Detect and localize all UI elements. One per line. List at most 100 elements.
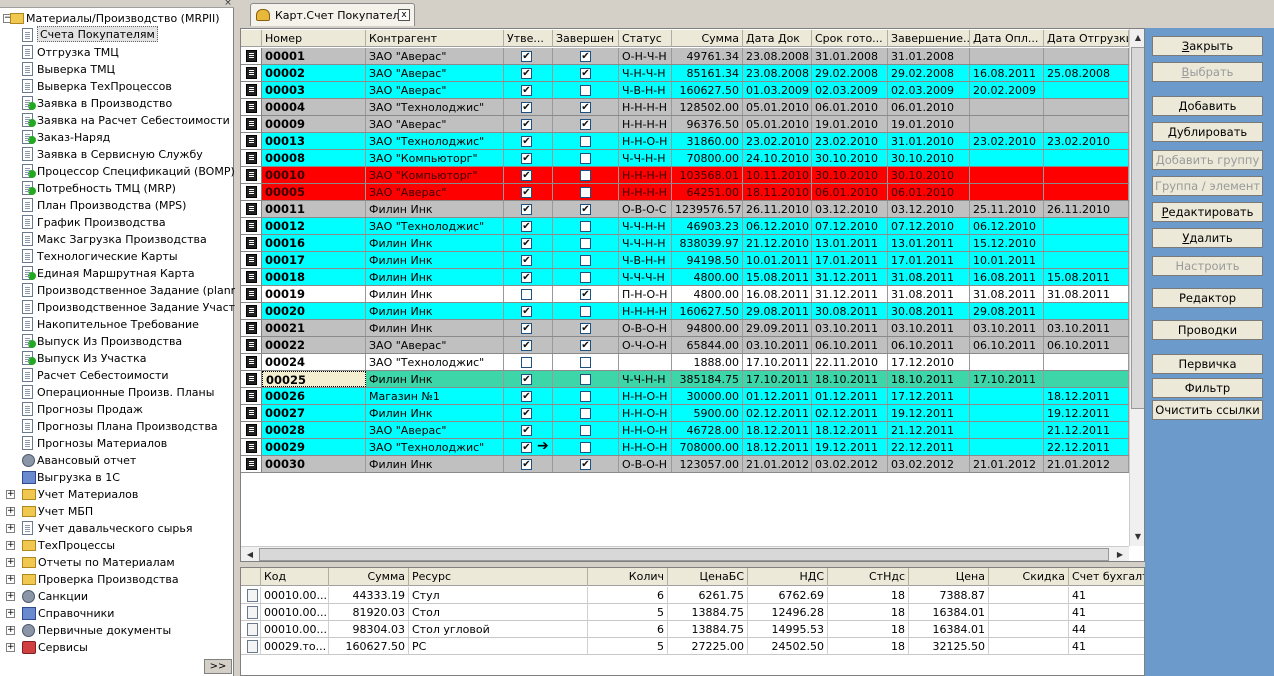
completed-checkbox[interactable]	[580, 272, 591, 283]
tree-item[interactable]: Выпуск Из Участка	[0, 350, 234, 367]
row-indicator[interactable]	[241, 201, 262, 217]
row-indicator[interactable]	[241, 439, 262, 455]
tree-item[interactable]: Счета Покупателям	[0, 26, 234, 44]
cell-done[interactable]	[553, 184, 619, 200]
cell-appr[interactable]	[504, 286, 553, 302]
approved-checkbox[interactable]: ✔	[521, 153, 532, 164]
table-row[interactable]: 00029 ЗАО "Технолоджис" ✔ Н-Н-О-Н 708000.00 1…	[241, 438, 1129, 456]
row-indicator[interactable]	[241, 65, 262, 81]
table-row[interactable]: 00013 ЗАО "Технолоджис" ✔ Н-Н-О-Н 31860.00 23…	[241, 133, 1129, 150]
row-indicator[interactable]	[241, 405, 262, 421]
tree-item[interactable]: Прогнозы Материалов	[0, 435, 234, 452]
cell-appr[interactable]: ✔	[504, 167, 553, 183]
tree-item[interactable]: Отгрузка ТМЦ	[0, 44, 234, 61]
cell-appr[interactable]: ✔	[504, 422, 553, 438]
completed-checkbox[interactable]: ✔	[580, 51, 591, 62]
approved-checkbox[interactable]: ✔	[521, 68, 532, 79]
row-indicator[interactable]	[241, 184, 262, 200]
cell-done[interactable]	[553, 405, 619, 421]
close-icon[interactable]: x	[398, 9, 410, 21]
approved-checkbox[interactable]: ✔	[521, 391, 532, 402]
table-row[interactable]: 00029.то... 160627.50 РС 5 27225.00 24502.50 1…	[241, 638, 1144, 655]
настроить-button[interactable]: Настроить	[1152, 256, 1263, 276]
table-row[interactable]: 00022 ЗАО "Аверас" ✔ ✔ О-Ч-О-Н 65844.00 03.10.…	[241, 337, 1129, 354]
table-row[interactable]: 00009 ЗАО "Аверас" ✔ ✔ Н-Н-Н-Н 96376.50 05.01.…	[241, 116, 1129, 133]
cell-appr[interactable]	[504, 354, 553, 370]
cell-appr[interactable]: ✔	[504, 269, 553, 285]
tree-item[interactable]: Производственное Задание (planne...	[0, 282, 255, 299]
row-indicator[interactable]	[241, 167, 262, 183]
tab-invoice-card[interactable]: Карт.Счет Покупателю x	[250, 3, 415, 26]
expand-panel-button[interactable]: >>	[204, 659, 232, 674]
row-indicator[interactable]	[241, 354, 262, 370]
tree-item[interactable]: Выверка ТехПроцессов	[0, 78, 234, 95]
tree-item[interactable]: Заявка в Производство	[0, 95, 234, 112]
completed-checkbox[interactable]	[580, 425, 591, 436]
column-header[interactable]: Колич	[588, 568, 668, 586]
column-header[interactable]: Статус	[619, 30, 672, 47]
закрыть-button[interactable]: Закрыть	[1152, 36, 1263, 56]
table-row[interactable]: 00027 Филин Инк ✔ Н-Н-О-Н 5900.00 02.12.2011 0…	[241, 405, 1129, 422]
completed-checkbox[interactable]	[580, 357, 591, 368]
approved-checkbox[interactable]: ✔	[521, 170, 532, 181]
table-row[interactable]: 00020 Филин Инк ✔ Н-Н-Н-Н 160627.50 29.08.201…	[241, 303, 1129, 320]
tree-group[interactable]: + Учет давальческого сырья	[0, 520, 234, 537]
completed-checkbox[interactable]	[580, 170, 591, 181]
tree-item[interactable]: Макс Загрузка Производства	[0, 231, 234, 248]
approved-checkbox[interactable]: ✔	[521, 340, 532, 351]
expand-icon[interactable]: +	[6, 609, 15, 618]
table-row[interactable]: 00030 Филин Инк ✔ ✔ О-В-О-Н 123057.00 21.01.20…	[241, 456, 1129, 473]
row-indicator[interactable]	[241, 218, 262, 234]
row-indicator[interactable]	[241, 604, 261, 620]
tree-item[interactable]: Потребность ТМЦ (MRP)	[0, 180, 234, 197]
completed-checkbox[interactable]	[580, 85, 591, 96]
cell-appr[interactable]: ✔	[504, 303, 553, 319]
tree-group[interactable]: + Санкции	[0, 588, 234, 605]
группа-элемент-button[interactable]: Группа / элемент	[1152, 176, 1263, 196]
редактировать-button[interactable]: Редактировать	[1152, 202, 1263, 222]
cell-appr[interactable]: ✔	[504, 82, 553, 98]
expand-icon[interactable]: +	[6, 507, 15, 516]
cell-done[interactable]	[553, 82, 619, 98]
cell-done[interactable]: ✔	[553, 99, 619, 115]
tree-item[interactable]: Прогнозы Плана Производства	[0, 418, 234, 435]
expand-icon[interactable]: +	[6, 524, 15, 533]
approved-checkbox[interactable]: ✔	[521, 272, 532, 283]
tree-item[interactable]: Расчет Себестоимости	[0, 367, 234, 384]
column-header[interactable]: Сумма	[672, 30, 743, 47]
completed-checkbox[interactable]	[580, 442, 591, 453]
table-row[interactable]: 00016 Филин Инк ✔ Ч-Ч-Н-Н 838039.97 21.12.201…	[241, 235, 1129, 252]
row-indicator[interactable]	[241, 320, 262, 336]
approved-checkbox[interactable]: ✔	[521, 204, 532, 215]
completed-checkbox[interactable]	[580, 374, 591, 385]
completed-checkbox[interactable]	[580, 408, 591, 419]
cell-appr[interactable]: ✔	[504, 184, 553, 200]
approved-checkbox[interactable]	[521, 357, 532, 368]
column-header[interactable]: Дата Опл...	[970, 30, 1044, 47]
table-row[interactable]: 00028 ЗАО "Аверас" ✔ Н-Н-О-Н 46728.00 18.12.2…	[241, 422, 1129, 439]
row-indicator[interactable]	[241, 150, 262, 166]
cell-appr[interactable]: ✔	[504, 133, 553, 149]
approved-checkbox[interactable]: ✔	[521, 306, 532, 317]
column-header[interactable]: Контрагент	[366, 30, 504, 47]
фильтр-button[interactable]: Фильтр	[1152, 378, 1263, 398]
tree-group[interactable]: + Сервисы	[0, 639, 234, 656]
table-row[interactable]: 00010.00... 81920.03 Стол 5 13884.75 12496.28…	[241, 604, 1144, 621]
row-indicator[interactable]	[241, 337, 262, 353]
row-indicator[interactable]	[241, 621, 261, 637]
expand-icon[interactable]: +	[6, 541, 15, 550]
column-header[interactable]: Завершение...	[888, 30, 970, 47]
cell-done[interactable]	[553, 439, 619, 455]
tree-group[interactable]: + Отчеты по Материалам	[0, 554, 234, 571]
cell-done[interactable]: ✔	[553, 116, 619, 132]
table-row[interactable]: 00010.00... 98304.03 Стол угловой 6 13884.75…	[241, 621, 1144, 638]
row-indicator[interactable]	[241, 99, 262, 115]
table-row[interactable]: 00010 ЗАО "Компьюторг" ✔ Н-Н-Н-Н 103568.01 10…	[241, 167, 1129, 184]
table-row[interactable]: 00011 Филин Инк ✔ ✔ О-В-О-С 1239576.57 26.11.2…	[241, 201, 1129, 218]
row-indicator[interactable]	[241, 388, 262, 404]
row-indicator[interactable]	[241, 456, 262, 472]
cell-appr[interactable]: ✔	[504, 99, 553, 115]
completed-checkbox[interactable]: ✔	[580, 340, 591, 351]
cell-appr[interactable]: ✔	[504, 150, 553, 166]
expand-icon[interactable]: +	[6, 626, 15, 635]
